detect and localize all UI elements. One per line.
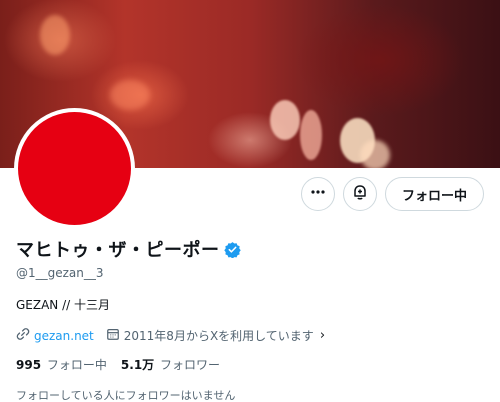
followers-count-link[interactable]: 5.1万 フォロワー (121, 356, 220, 373)
bell-plus-icon (351, 183, 369, 205)
profile-actions: フォロー中 (300, 177, 484, 211)
verified-badge-icon[interactable] (223, 241, 241, 258)
following-count: 995 (16, 358, 42, 372)
chevron-right-icon: › (319, 328, 326, 343)
more-button[interactable] (300, 177, 335, 211)
bio: GEZAN // 十三月 (16, 298, 111, 312)
user-handle: @1__gezan__3 (16, 266, 104, 280)
profile-stats: 995 フォロー中 5.1万 フォロワー (16, 356, 486, 373)
following-label: フォロー中 (46, 358, 107, 372)
more-horizontal-icon (310, 184, 326, 204)
joined-text: 2011年8月からXを利用しています (123, 329, 314, 343)
joined-date[interactable]: 2011年8月からXを利用しています › (106, 327, 325, 344)
following-button[interactable]: フォロー中 (384, 177, 484, 211)
followers-count: 5.1万 (120, 358, 155, 372)
display-name: マヒトゥ・ザ・ピーポー (16, 240, 220, 261)
followers-label: フォロワー (160, 358, 221, 372)
profile-meta: gezan.net 2011年8月からXを利用しています › (16, 327, 486, 344)
followers-you-know: フォローしている人にフォロワーはいません (16, 389, 236, 402)
profile-info: マヒトゥ・ザ・ピーポー @1__gezan__3 GEZAN // 十三月 ge… (16, 236, 486, 402)
avatar-image (18, 112, 131, 225)
following-count-link[interactable]: 995 フォロー中 (16, 356, 107, 373)
link-icon (16, 327, 30, 344)
notify-button[interactable] (342, 177, 377, 211)
calendar-icon (106, 327, 120, 344)
avatar[interactable] (14, 108, 135, 229)
website-link[interactable]: gezan.net (34, 329, 94, 343)
